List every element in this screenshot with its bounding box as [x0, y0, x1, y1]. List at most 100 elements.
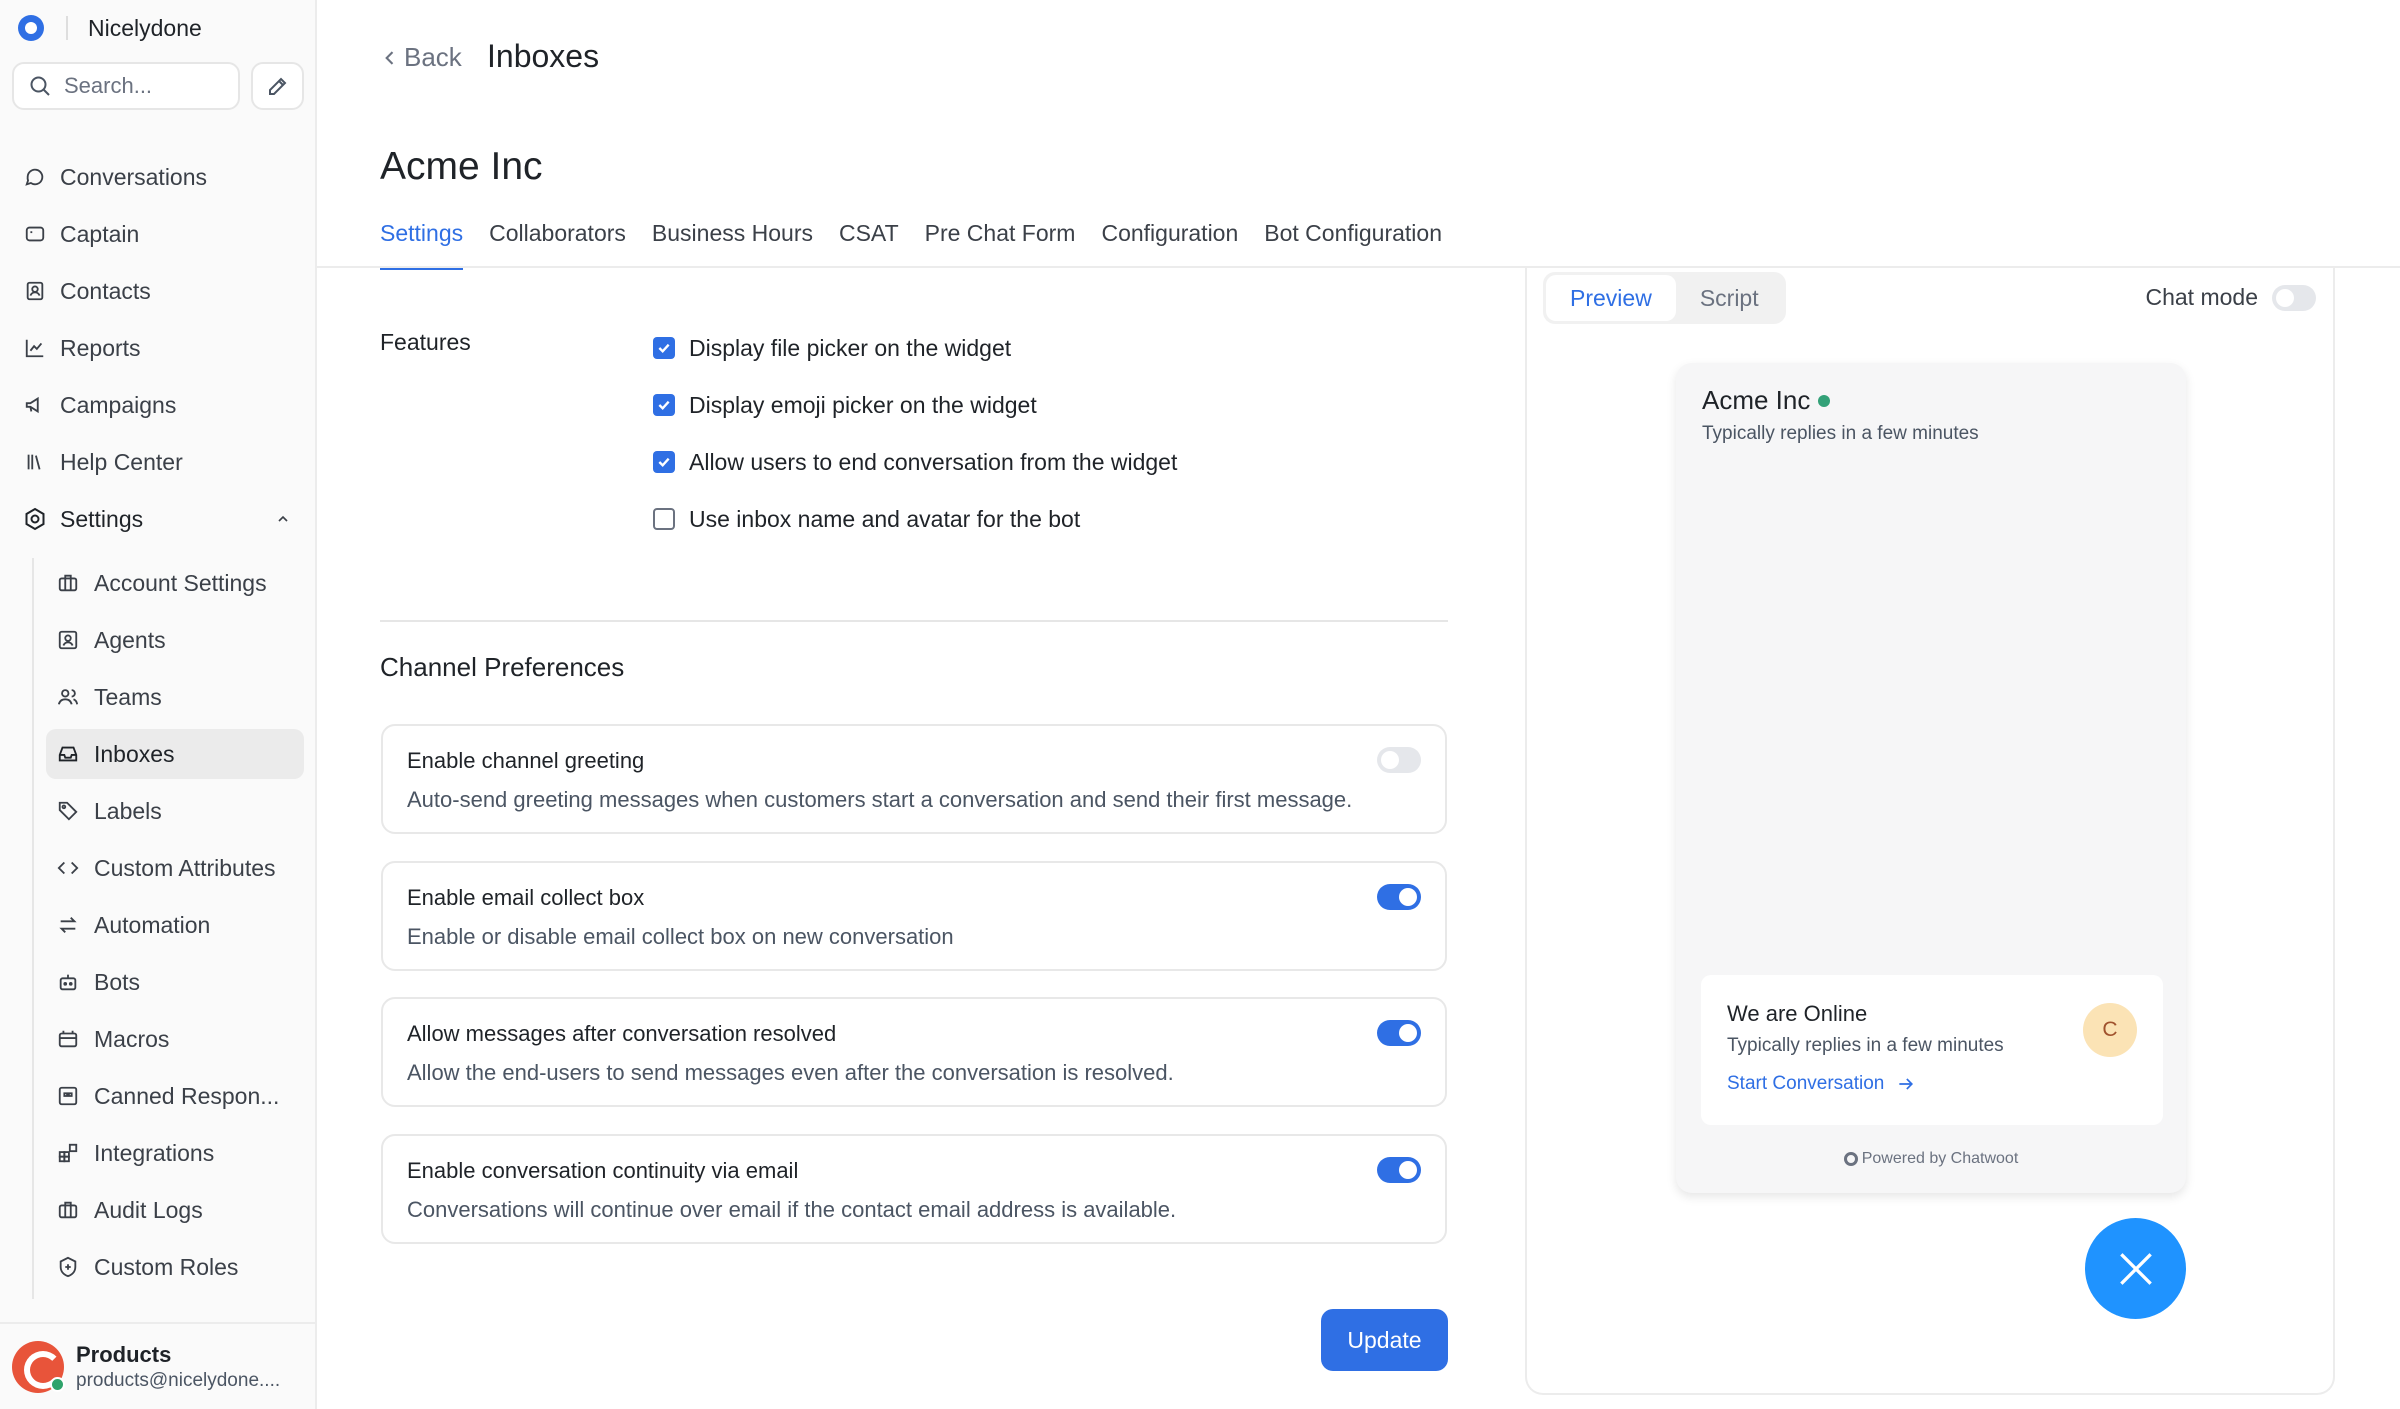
- checkbox-checked[interactable]: [653, 337, 675, 359]
- checkbox-checked[interactable]: [653, 451, 675, 473]
- sidebar-item-agents[interactable]: Agents: [46, 615, 304, 665]
- sidebar-item-inboxes[interactable]: Inboxes: [46, 729, 304, 779]
- checkbox-unchecked[interactable]: [653, 508, 675, 530]
- main-nav: Conversations Captain Contacts Reports C…: [0, 152, 315, 551]
- settings-tabs: Settings Collaborators Business Hours CS…: [380, 220, 1468, 270]
- sidebar-item-label: Agents: [94, 626, 166, 653]
- online-dot-icon: [1818, 394, 1831, 407]
- brand[interactable]: Nicelydone: [18, 14, 202, 42]
- checkbox-checked[interactable]: [653, 394, 675, 416]
- chat-widget-preview: Acme Inc Typically replies in a few minu…: [1676, 363, 2186, 1193]
- tab-script[interactable]: Script: [1676, 275, 1783, 321]
- sidebar-item-account-settings[interactable]: Account Settings: [46, 558, 304, 608]
- chat-mode: Chat mode: [2145, 284, 2316, 311]
- toggle-knob: [1399, 888, 1417, 906]
- brand-logo-icon: [18, 15, 44, 41]
- nav-label: Settings: [60, 505, 144, 532]
- chat-mode-toggle[interactable]: [2272, 284, 2316, 311]
- nav-label: Help Center: [60, 448, 183, 475]
- canned-response-icon: [56, 1084, 80, 1108]
- nav-item-campaigns[interactable]: Campaigns: [0, 380, 315, 430]
- nav-label: Campaigns: [60, 391, 177, 418]
- pref-desc: Enable or disable email collect box on n…: [407, 924, 954, 949]
- arrow-right-icon: [1899, 1078, 1914, 1090]
- toggle-knob: [1399, 1024, 1417, 1042]
- profile-menu[interactable]: Products products@nicelydone....: [0, 1322, 315, 1409]
- search-box[interactable]: [12, 62, 240, 110]
- arrows-swap-icon: [56, 913, 80, 937]
- email-collect-toggle[interactable]: [1377, 884, 1421, 910]
- library-icon: [22, 449, 48, 475]
- nav-item-captain[interactable]: Captain: [0, 209, 315, 259]
- nav-item-reports[interactable]: Reports: [0, 323, 315, 373]
- feature-label: Allow users to end conversation from the…: [689, 448, 1178, 475]
- inbox-name: Acme Inc: [380, 145, 543, 188]
- sidebar-item-label: Teams: [94, 683, 162, 710]
- sidebar-item-integrations[interactable]: Integrations: [46, 1128, 304, 1178]
- close-icon: [2119, 1252, 2152, 1285]
- nav-item-help-center[interactable]: Help Center: [0, 437, 315, 487]
- profile-email: products@nicelydone....: [76, 1369, 281, 1391]
- contact-card-icon: [22, 278, 48, 304]
- feature-end-conversation[interactable]: Allow users to end conversation from the…: [653, 447, 1177, 477]
- toggle-knob: [2276, 288, 2294, 307]
- nav-item-contacts[interactable]: Contacts: [0, 266, 315, 316]
- messages-after-resolved-toggle[interactable]: [1377, 1020, 1421, 1046]
- sidebar-item-labels[interactable]: Labels: [46, 786, 304, 836]
- sidebar-item-custom-roles[interactable]: Custom Roles: [46, 1242, 304, 1292]
- pref-desc: Allow the end-users to send messages eve…: [407, 1060, 1174, 1085]
- sidebar-item-label: Macros: [94, 1025, 170, 1052]
- sidebar-item-audit-logs[interactable]: Audit Logs: [46, 1185, 304, 1235]
- megaphone-icon: [22, 392, 48, 418]
- pencil-icon: [268, 77, 286, 95]
- feature-label: Use inbox name and avatar for the bot: [689, 505, 1081, 532]
- chat-mode-label: Chat mode: [2145, 284, 2258, 310]
- pref-title: Enable email collect box: [407, 885, 645, 910]
- sidebar-item-label: Canned Respon...: [94, 1082, 280, 1109]
- brand-divider: [66, 16, 68, 40]
- search-input[interactable]: [64, 73, 224, 99]
- agent-icon: [56, 628, 80, 652]
- sidebar-item-label: Bots: [94, 968, 141, 995]
- nav-item-conversations[interactable]: Conversations: [0, 152, 315, 202]
- tab-pre-chat-form[interactable]: Pre Chat Form: [925, 220, 1076, 266]
- pref-desc: Conversations will continue over email i…: [407, 1197, 1177, 1222]
- feature-inbox-name-avatar-bot[interactable]: Use inbox name and avatar for the bot: [653, 504, 1177, 534]
- sidebar-item-automation[interactable]: Automation: [46, 900, 304, 950]
- tab-csat[interactable]: CSAT: [839, 220, 899, 266]
- sidebar-item-custom-attributes[interactable]: Custom Attributes: [46, 843, 304, 893]
- start-conversation-link[interactable]: Start Conversation: [1727, 1073, 1916, 1095]
- back-button[interactable]: Back: [380, 42, 462, 73]
- sidebar: Nicelydone Conversations Captain Contact…: [0, 0, 317, 1409]
- tab-business-hours[interactable]: Business Hours: [652, 220, 813, 266]
- feature-emoji-picker[interactable]: Display emoji picker on the widget: [653, 390, 1177, 420]
- sidebar-item-canned-responses[interactable]: Canned Respon...: [46, 1071, 304, 1121]
- tab-bot-configuration[interactable]: Bot Configuration: [1264, 220, 1442, 266]
- feature-file-picker[interactable]: Display file picker on the widget: [653, 333, 1177, 363]
- tab-preview[interactable]: Preview: [1546, 275, 1676, 321]
- chat-bubble-icon: [22, 164, 48, 190]
- sidebar-item-macros[interactable]: Macros: [46, 1014, 304, 1064]
- widget-close-bubble[interactable]: [2085, 1218, 2186, 1319]
- sidebar-item-bots[interactable]: Bots: [46, 957, 304, 1007]
- macro-icon: [56, 1027, 80, 1051]
- chevron-up-icon[interactable]: [275, 506, 291, 533]
- channel-greeting-toggle[interactable]: [1377, 747, 1421, 773]
- feature-label: Display emoji picker on the widget: [689, 391, 1037, 418]
- tab-settings[interactable]: Settings: [380, 220, 464, 270]
- tab-collaborators[interactable]: Collaborators: [489, 220, 626, 266]
- nav-label: Contacts: [60, 277, 151, 304]
- pref-title: Enable channel greeting: [407, 748, 645, 773]
- widget-title: Acme Inc: [1702, 385, 1831, 416]
- tab-configuration[interactable]: Configuration: [1101, 220, 1238, 266]
- update-button[interactable]: Update: [1321, 1309, 1448, 1371]
- compose-button[interactable]: [251, 62, 304, 110]
- sidebar-item-teams[interactable]: Teams: [46, 672, 304, 722]
- sidebar-item-label: Integrations: [94, 1139, 215, 1166]
- nav-label: Captain: [60, 220, 140, 247]
- nav-label: Conversations: [60, 163, 208, 190]
- nav-item-settings[interactable]: Settings: [0, 494, 315, 544]
- powered-by[interactable]: Powered by Chatwoot: [1676, 1150, 2186, 1168]
- feature-label: Display file picker on the widget: [689, 334, 1012, 361]
- email-continuity-toggle[interactable]: [1377, 1157, 1421, 1183]
